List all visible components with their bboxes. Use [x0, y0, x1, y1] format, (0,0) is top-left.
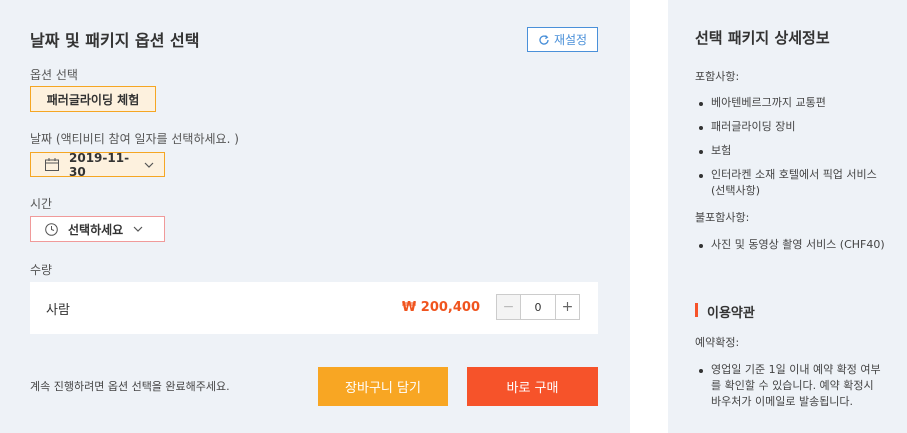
- excluded-list: 사진 및 동영상 촬영 서비스 (CHF40): [695, 237, 885, 261]
- calendar-icon: [45, 158, 59, 171]
- list-item: 베아텐베르그까지 교통편: [695, 95, 885, 111]
- increment-button[interactable]: +: [555, 295, 579, 319]
- time-select[interactable]: 선택하세요: [30, 216, 165, 242]
- options-panel: 날짜 및 패키지 옵션 선택 재설정 옵션 선택 패러글라이딩 체험 날짜 (액…: [0, 0, 630, 433]
- price: ₩ 200,400: [401, 300, 480, 315]
- included-list: 베아텐베르그까지 교통편 패러글라이딩 장비 보험 인터라켄 소재 호텔에서 픽…: [695, 95, 885, 207]
- person-label: 사람: [46, 303, 70, 318]
- reset-label: 재설정: [553, 33, 588, 47]
- list-item: 영업일 기준 1일 이내 예약 확정 여부를 확인할 수 있습니다. 예약 확정…: [695, 362, 885, 410]
- quantity-label: 수량: [30, 263, 53, 277]
- refresh-icon: [539, 34, 549, 45]
- reset-button[interactable]: 재설정: [527, 27, 598, 52]
- options-title: 날짜 및 패키지 옵션 선택: [30, 31, 200, 50]
- decrement-button[interactable]: −: [497, 295, 521, 319]
- quantity-stepper: − 0 +: [496, 294, 580, 320]
- quantity-row: 사람 ₩ 200,400 − 0 +: [30, 282, 598, 334]
- date-select[interactable]: 2019-11-30: [30, 150, 165, 179]
- notice-text: 계속 진행하려면 옵션 선택을 완료해주세요.: [30, 380, 230, 393]
- buy-now-button[interactable]: 바로 구매: [467, 367, 598, 406]
- date-label: 날짜 (액티비티 참여 일자를 선택하세요. ): [30, 132, 239, 146]
- details-title: 선택 패키지 상세정보: [695, 29, 830, 47]
- excluded-label: 불포함사항:: [695, 211, 750, 224]
- date-value: 2019-11-30: [69, 150, 130, 179]
- option-select-label: 옵션 선택: [30, 68, 78, 82]
- time-label: 시간: [30, 197, 53, 211]
- included-label: 포함사항:: [695, 70, 740, 83]
- option-chip-paragliding[interactable]: 패러글라이딩 체험: [30, 86, 156, 112]
- list-item: 패러글라이딩 장비: [695, 119, 885, 135]
- accent-bar: [695, 303, 698, 317]
- booking-label: 예약확정:: [695, 336, 740, 349]
- terms-title: 이용약관: [695, 302, 755, 321]
- add-to-cart-button[interactable]: 장바구니 담기: [318, 367, 448, 406]
- list-item: 보험: [695, 143, 885, 159]
- booking-list: 영업일 기준 1일 이내 예약 확정 여부를 확인할 수 있습니다. 예약 확정…: [695, 362, 885, 418]
- time-value: 선택하세요: [68, 222, 124, 237]
- package-details-panel: 선택 패키지 상세정보 포함사항: 베아텐베르그까지 교통편 패러글라이딩 장비…: [668, 0, 907, 433]
- list-item: 사진 및 동영상 촬영 서비스 (CHF40): [695, 237, 885, 253]
- chevron-down-icon: [144, 162, 154, 168]
- quantity-value[interactable]: 0: [521, 295, 555, 319]
- terms-title-text: 이용약관: [707, 306, 755, 321]
- list-item: 인터라켄 소재 호텔에서 픽업 서비스 (선택사항): [695, 167, 885, 199]
- clock-icon: [45, 222, 58, 236]
- chevron-down-icon: [133, 226, 143, 232]
